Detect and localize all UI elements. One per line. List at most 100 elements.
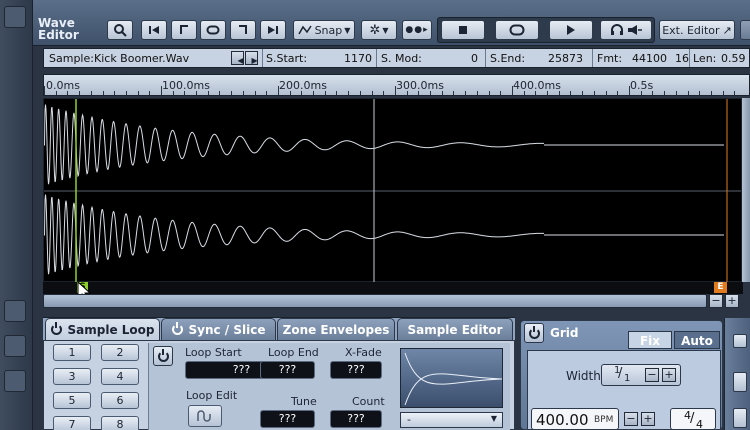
- width-decrement-button[interactable]: −: [645, 368, 659, 382]
- bpm-field[interactable]: 400.00 BPM: [531, 408, 619, 430]
- snap-dropdown[interactable]: Snap ▼: [293, 20, 355, 40]
- strip-button[interactable]: [4, 6, 26, 28]
- loop-crossfade-display: [400, 348, 503, 408]
- strip-button[interactable]: [4, 370, 26, 392]
- more-options-button[interactable]: ●●▸: [402, 20, 432, 40]
- power-icon[interactable]: [171, 322, 183, 335]
- s-end-value[interactable]: 25873: [548, 52, 583, 65]
- ruler-tick: [126, 91, 127, 95]
- bpm-increment-button[interactable]: +: [641, 412, 655, 426]
- chevron-down-icon: ▼: [490, 414, 497, 423]
- count-field[interactable]: ???: [330, 410, 382, 428]
- loop-edit-button[interactable]: [188, 405, 222, 427]
- width-label: Width: [566, 369, 601, 383]
- strip-button[interactable]: [4, 300, 26, 322]
- loop-slot-button[interactable]: 1: [53, 344, 91, 361]
- time-ruler[interactable]: 0.0ms 100.0ms 200.0ms 300.0ms 400.0ms 0.…: [43, 74, 750, 96]
- ruler-tick: [559, 91, 560, 95]
- ruler-tick: [617, 91, 618, 95]
- loop-mode-select[interactable]: - ▼: [400, 412, 503, 428]
- edge-button[interactable]: [733, 372, 747, 392]
- go-to-start-button[interactable]: [141, 20, 167, 40]
- width-increment-button[interactable]: +: [662, 368, 676, 382]
- vertical-scrollbar[interactable]: [741, 98, 750, 282]
- edge-button[interactable]: [733, 334, 747, 348]
- ruler-tick: [313, 91, 314, 95]
- more-icon: ●●▸: [405, 25, 429, 35]
- sample-name: Kick Boomer.Wav: [94, 52, 190, 65]
- ruler-tick: [676, 91, 677, 95]
- loop-slot-button[interactable]: 3: [53, 368, 91, 385]
- loop-slot-button[interactable]: 7: [53, 416, 91, 430]
- ruler-tick: [243, 91, 244, 95]
- ruler-tick: [594, 91, 595, 95]
- zoom-out-button[interactable]: −: [709, 294, 723, 308]
- loop-slot-button[interactable]: 6: [101, 392, 139, 409]
- ruler-tick: [383, 91, 384, 95]
- prev-sample-button[interactable]: ◀: [231, 51, 244, 65]
- waveform-display[interactable]: [43, 98, 744, 283]
- ruler-tick: [477, 91, 478, 95]
- s-mod-value[interactable]: 0: [471, 52, 478, 65]
- tune-field[interactable]: ???: [260, 410, 315, 428]
- ruler-tick: [255, 91, 256, 95]
- loop-slot-button[interactable]: 4: [101, 368, 139, 385]
- next-sample-button[interactable]: ▶: [245, 51, 258, 65]
- loop-toggle-button[interactable]: [200, 20, 226, 40]
- s-start-value[interactable]: 1170: [344, 52, 372, 65]
- window-edge-button[interactable]: [740, 20, 750, 40]
- loop-end-button[interactable]: [230, 20, 256, 40]
- loop-slot-button[interactable]: 5: [53, 392, 91, 409]
- stop-button[interactable]: [441, 20, 485, 40]
- edge-button[interactable]: [733, 408, 747, 428]
- go-to-end-button[interactable]: [260, 20, 286, 40]
- settings-dropdown[interactable]: ✲ ▼: [361, 20, 397, 40]
- loop-start-button[interactable]: [171, 20, 197, 40]
- ruler-tick: [290, 91, 291, 95]
- ruler-tick: [149, 91, 150, 95]
- ruler-tick-label: 300.0ms: [396, 79, 444, 92]
- tune-label: Tune: [291, 395, 317, 408]
- loop-slot-button[interactable]: 2: [101, 344, 139, 361]
- ruler-tick: [524, 91, 525, 95]
- ruler-tick: [395, 86, 396, 95]
- xfade-field[interactable]: ???: [330, 361, 382, 379]
- sample-end-marker[interactable]: E: [714, 282, 727, 293]
- grid-fix-tab[interactable]: Fix: [628, 331, 672, 349]
- loop-mode-value: -: [407, 413, 411, 426]
- tab-zone-envelopes[interactable]: Zone Envelopes: [277, 318, 395, 340]
- ruler-tick: [453, 91, 454, 95]
- bpm-decrement-button[interactable]: −: [624, 412, 638, 426]
- zoom-in-button[interactable]: +: [725, 294, 739, 308]
- horizontal-scrollbar[interactable]: [43, 294, 707, 308]
- grid-power-button[interactable]: [524, 323, 544, 343]
- loop-slot-button[interactable]: 8: [101, 416, 139, 430]
- grid-auto-tab[interactable]: Auto: [674, 331, 720, 349]
- preview-listen-button[interactable]: [600, 20, 652, 40]
- loop-power-button[interactable]: [153, 346, 173, 366]
- ruler-tick: [278, 86, 279, 95]
- tab-sync-slice[interactable]: Sync / Slice: [161, 318, 276, 340]
- tab-label: Sync / Slice: [188, 322, 266, 337]
- width-stepper[interactable]: 1 / 1 − +: [601, 364, 681, 386]
- ruler-tick: [664, 91, 665, 95]
- power-icon[interactable]: [50, 322, 62, 335]
- zoom-button[interactable]: [107, 20, 133, 40]
- arrow-right-icon: ▶: [251, 56, 258, 65]
- tab-sample-loop[interactable]: Sample Loop: [45, 318, 160, 340]
- ruler-tick: [325, 91, 326, 95]
- loop-play-button[interactable]: [495, 20, 539, 40]
- ruler-tick: [442, 91, 443, 95]
- grid-title: Grid: [550, 326, 579, 340]
- speaker-icon: [627, 25, 642, 35]
- time-signature-field[interactable]: 4 / 4: [670, 408, 716, 430]
- tab-sample-editor[interactable]: Sample Editor: [397, 318, 513, 340]
- ruler-tick-label: 200.0ms: [279, 79, 327, 92]
- ruler-tick: [219, 91, 220, 95]
- external-editor-button[interactable]: Ext. Editor ↗: [659, 20, 735, 40]
- loop-end-field[interactable]: ???: [260, 361, 315, 379]
- play-button[interactable]: [549, 20, 593, 40]
- waveform-right-channel: [44, 194, 544, 275]
- strip-button[interactable]: [4, 335, 26, 357]
- loop-edit-label: Loop Edit: [186, 389, 238, 402]
